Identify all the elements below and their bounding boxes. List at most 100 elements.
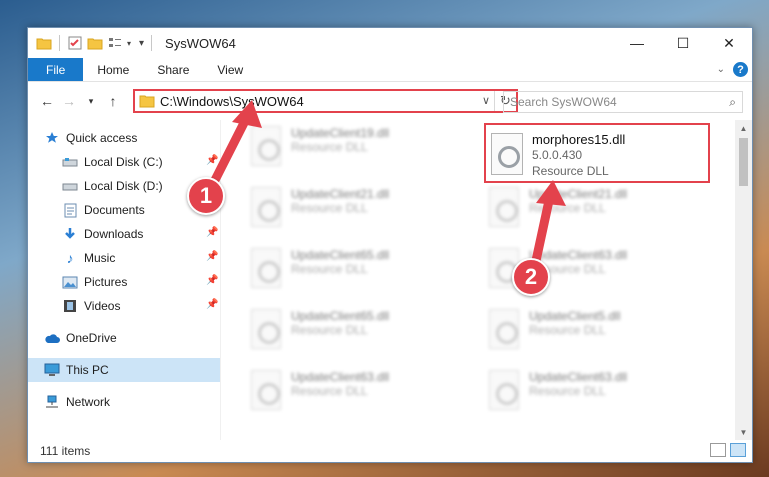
maximize-button[interactable]: ☐ xyxy=(660,28,706,58)
file-tile[interactable]: UpdateClient5.dll Resource DLL xyxy=(489,309,699,359)
panes: Quick access Local Disk (C:) 📌 Local Dis… xyxy=(28,120,752,440)
pin-icon: 📌 xyxy=(206,299,219,310)
nav-label: Documents xyxy=(84,203,145,217)
status-bar: 111 items xyxy=(28,440,752,462)
close-button[interactable]: ✕ xyxy=(706,28,752,58)
nav-label: Quick access xyxy=(66,131,138,145)
search-input[interactable]: Search SysWOW64 ⌕ xyxy=(503,91,743,113)
tab-file[interactable]: File xyxy=(28,58,84,81)
file-name: UpdateClient63.dll xyxy=(529,370,628,384)
item-count: 111 items xyxy=(40,444,91,458)
tab-home[interactable]: Home xyxy=(83,58,143,81)
file-tile[interactable]: UpdateClient63.dll Resource DLL xyxy=(251,370,461,420)
nav-music[interactable]: ♪ Music 📌 xyxy=(28,246,220,270)
dll-file-icon xyxy=(489,187,519,227)
tiles-view-icon[interactable] xyxy=(730,443,746,457)
file-name: UpdateClient63.dll xyxy=(529,248,628,262)
music-icon: ♪ xyxy=(66,250,74,266)
pin-icon: 📌 xyxy=(206,275,219,286)
nav-local-disk-c[interactable]: Local Disk (C:) 📌 xyxy=(28,150,220,174)
window-controls: — ☐ ✕ xyxy=(614,28,752,58)
step-badge-1: 1 xyxy=(187,177,225,215)
nav-label: Network xyxy=(66,395,111,409)
chevron-down-icon[interactable]: ▾ xyxy=(127,39,131,48)
customize-icon[interactable] xyxy=(107,35,123,51)
nav-videos[interactable]: Videos 📌 xyxy=(28,294,220,318)
window-title: SysWOW64 xyxy=(165,35,236,51)
address-bar[interactable]: C:\Windows\SysWOW64 ∨ ↻ xyxy=(133,89,518,113)
dll-file-icon xyxy=(251,187,281,227)
file-name: UpdateClient21.dll xyxy=(291,187,390,201)
nav-quick-access[interactable]: Quick access xyxy=(28,126,220,150)
up-arrow-icon[interactable]: ↑ xyxy=(102,90,124,112)
pin-icon: 📌 xyxy=(206,251,219,262)
file-list: UpdateClient19.dll Resource DLL UpdateCli… xyxy=(221,120,752,440)
star-icon xyxy=(44,130,60,146)
file-tile[interactable]: UpdateClient21.dll Resource DLL xyxy=(251,187,461,237)
file-name: UpdateClient5.dll xyxy=(529,309,621,323)
recent-locations-icon[interactable]: ▾ xyxy=(80,90,102,112)
dll-file-icon xyxy=(489,309,519,349)
scroll-thumb[interactable] xyxy=(739,138,748,186)
dll-file-icon xyxy=(489,370,519,410)
tab-view[interactable]: View xyxy=(203,58,257,81)
properties-icon[interactable] xyxy=(67,35,83,51)
network-icon xyxy=(44,394,60,410)
pin-icon: 📌 xyxy=(206,155,219,166)
navigation-pane: Quick access Local Disk (C:) 📌 Local Dis… xyxy=(28,120,221,440)
chevron-down-icon[interactable]: ∨ xyxy=(482,94,490,107)
file-type: Resource DLL xyxy=(532,164,609,178)
dll-file-icon xyxy=(251,309,281,349)
new-folder-icon[interactable] xyxy=(87,35,103,51)
file-tile[interactable]: UpdateClient65.dll Resource DLL xyxy=(251,309,461,359)
scroll-up-icon[interactable]: ▲ xyxy=(735,120,752,136)
address-row: ← → ▾ ↑ C:\Windows\SysWOW64 ∨ ↻ Search S… xyxy=(28,82,752,120)
nav-label: Local Disk (D:) xyxy=(84,179,163,193)
nav-downloads[interactable]: Downloads 📌 xyxy=(28,222,220,246)
explorer-window: ▾ ▾ SysWOW64 — ☐ ✕ File Home Share View … xyxy=(27,27,753,463)
videos-icon xyxy=(62,298,78,314)
nav-pictures[interactable]: Pictures 📌 xyxy=(28,270,220,294)
file-type: Resource DLL xyxy=(291,262,368,276)
forward-arrow-icon[interactable]: → xyxy=(58,90,80,112)
nav-onedrive[interactable]: OneDrive xyxy=(28,326,220,350)
details-view-icon[interactable] xyxy=(710,443,726,457)
expand-ribbon-icon[interactable]: ⌄ xyxy=(717,64,725,75)
folder-icon xyxy=(139,95,155,108)
drive-icon xyxy=(62,154,78,170)
scroll-down-icon[interactable]: ▼ xyxy=(735,424,752,440)
file-name: UpdateClient21.dll xyxy=(529,187,628,201)
dll-file-icon xyxy=(491,133,523,175)
file-tile[interactable]: UpdateClient63.dll Resource DLL xyxy=(489,370,699,420)
file-name: UpdateClient65.dll xyxy=(291,309,390,323)
file-name: UpdateClient19.dll xyxy=(291,126,390,140)
nav-label: Music xyxy=(84,251,116,265)
file-tile[interactable]: UpdateClient21.dll Resource DLL xyxy=(489,187,699,237)
file-type: Resource DLL xyxy=(529,384,606,398)
nav-label: Pictures xyxy=(84,275,128,289)
nav-network[interactable]: Network xyxy=(28,390,220,414)
file-type: Resource DLL xyxy=(291,384,368,398)
pin-icon: 📌 xyxy=(206,227,219,238)
nav-gap xyxy=(28,318,220,326)
tab-share[interactable]: Share xyxy=(143,58,203,81)
file-name: UpdateClient65.dll xyxy=(291,248,390,262)
folder-icon[interactable] xyxy=(36,35,52,51)
quick-access-toolbar: ▾ ▾ xyxy=(28,35,155,51)
file-tile[interactable]: UpdateClient19.dll Resource DLL xyxy=(251,126,461,176)
nav-this-pc[interactable]: This PC xyxy=(28,358,220,382)
file-type: Resource DLL xyxy=(529,323,606,337)
vertical-scrollbar[interactable]: ▲ ▼ xyxy=(735,120,752,440)
qa-dropdown-icon[interactable]: ▾ xyxy=(139,38,144,49)
download-icon xyxy=(62,226,78,242)
search-icon[interactable]: ⌕ xyxy=(729,95,736,110)
toolbar-divider xyxy=(59,35,60,51)
back-arrow-icon[interactable]: ← xyxy=(36,90,58,112)
help-icon[interactable]: ? xyxy=(733,62,748,77)
file-tile[interactable]: UpdateClient65.dll Resource DLL xyxy=(251,248,461,298)
minimize-button[interactable]: — xyxy=(614,28,660,58)
selected-file-tile[interactable]: morphores15.dll 5.0.0.430 Resource DLL xyxy=(484,123,710,183)
dll-file-icon xyxy=(251,126,281,166)
nav-gap xyxy=(28,382,220,390)
ribbon-tabs: File Home Share View ⌄ ? xyxy=(28,58,752,82)
